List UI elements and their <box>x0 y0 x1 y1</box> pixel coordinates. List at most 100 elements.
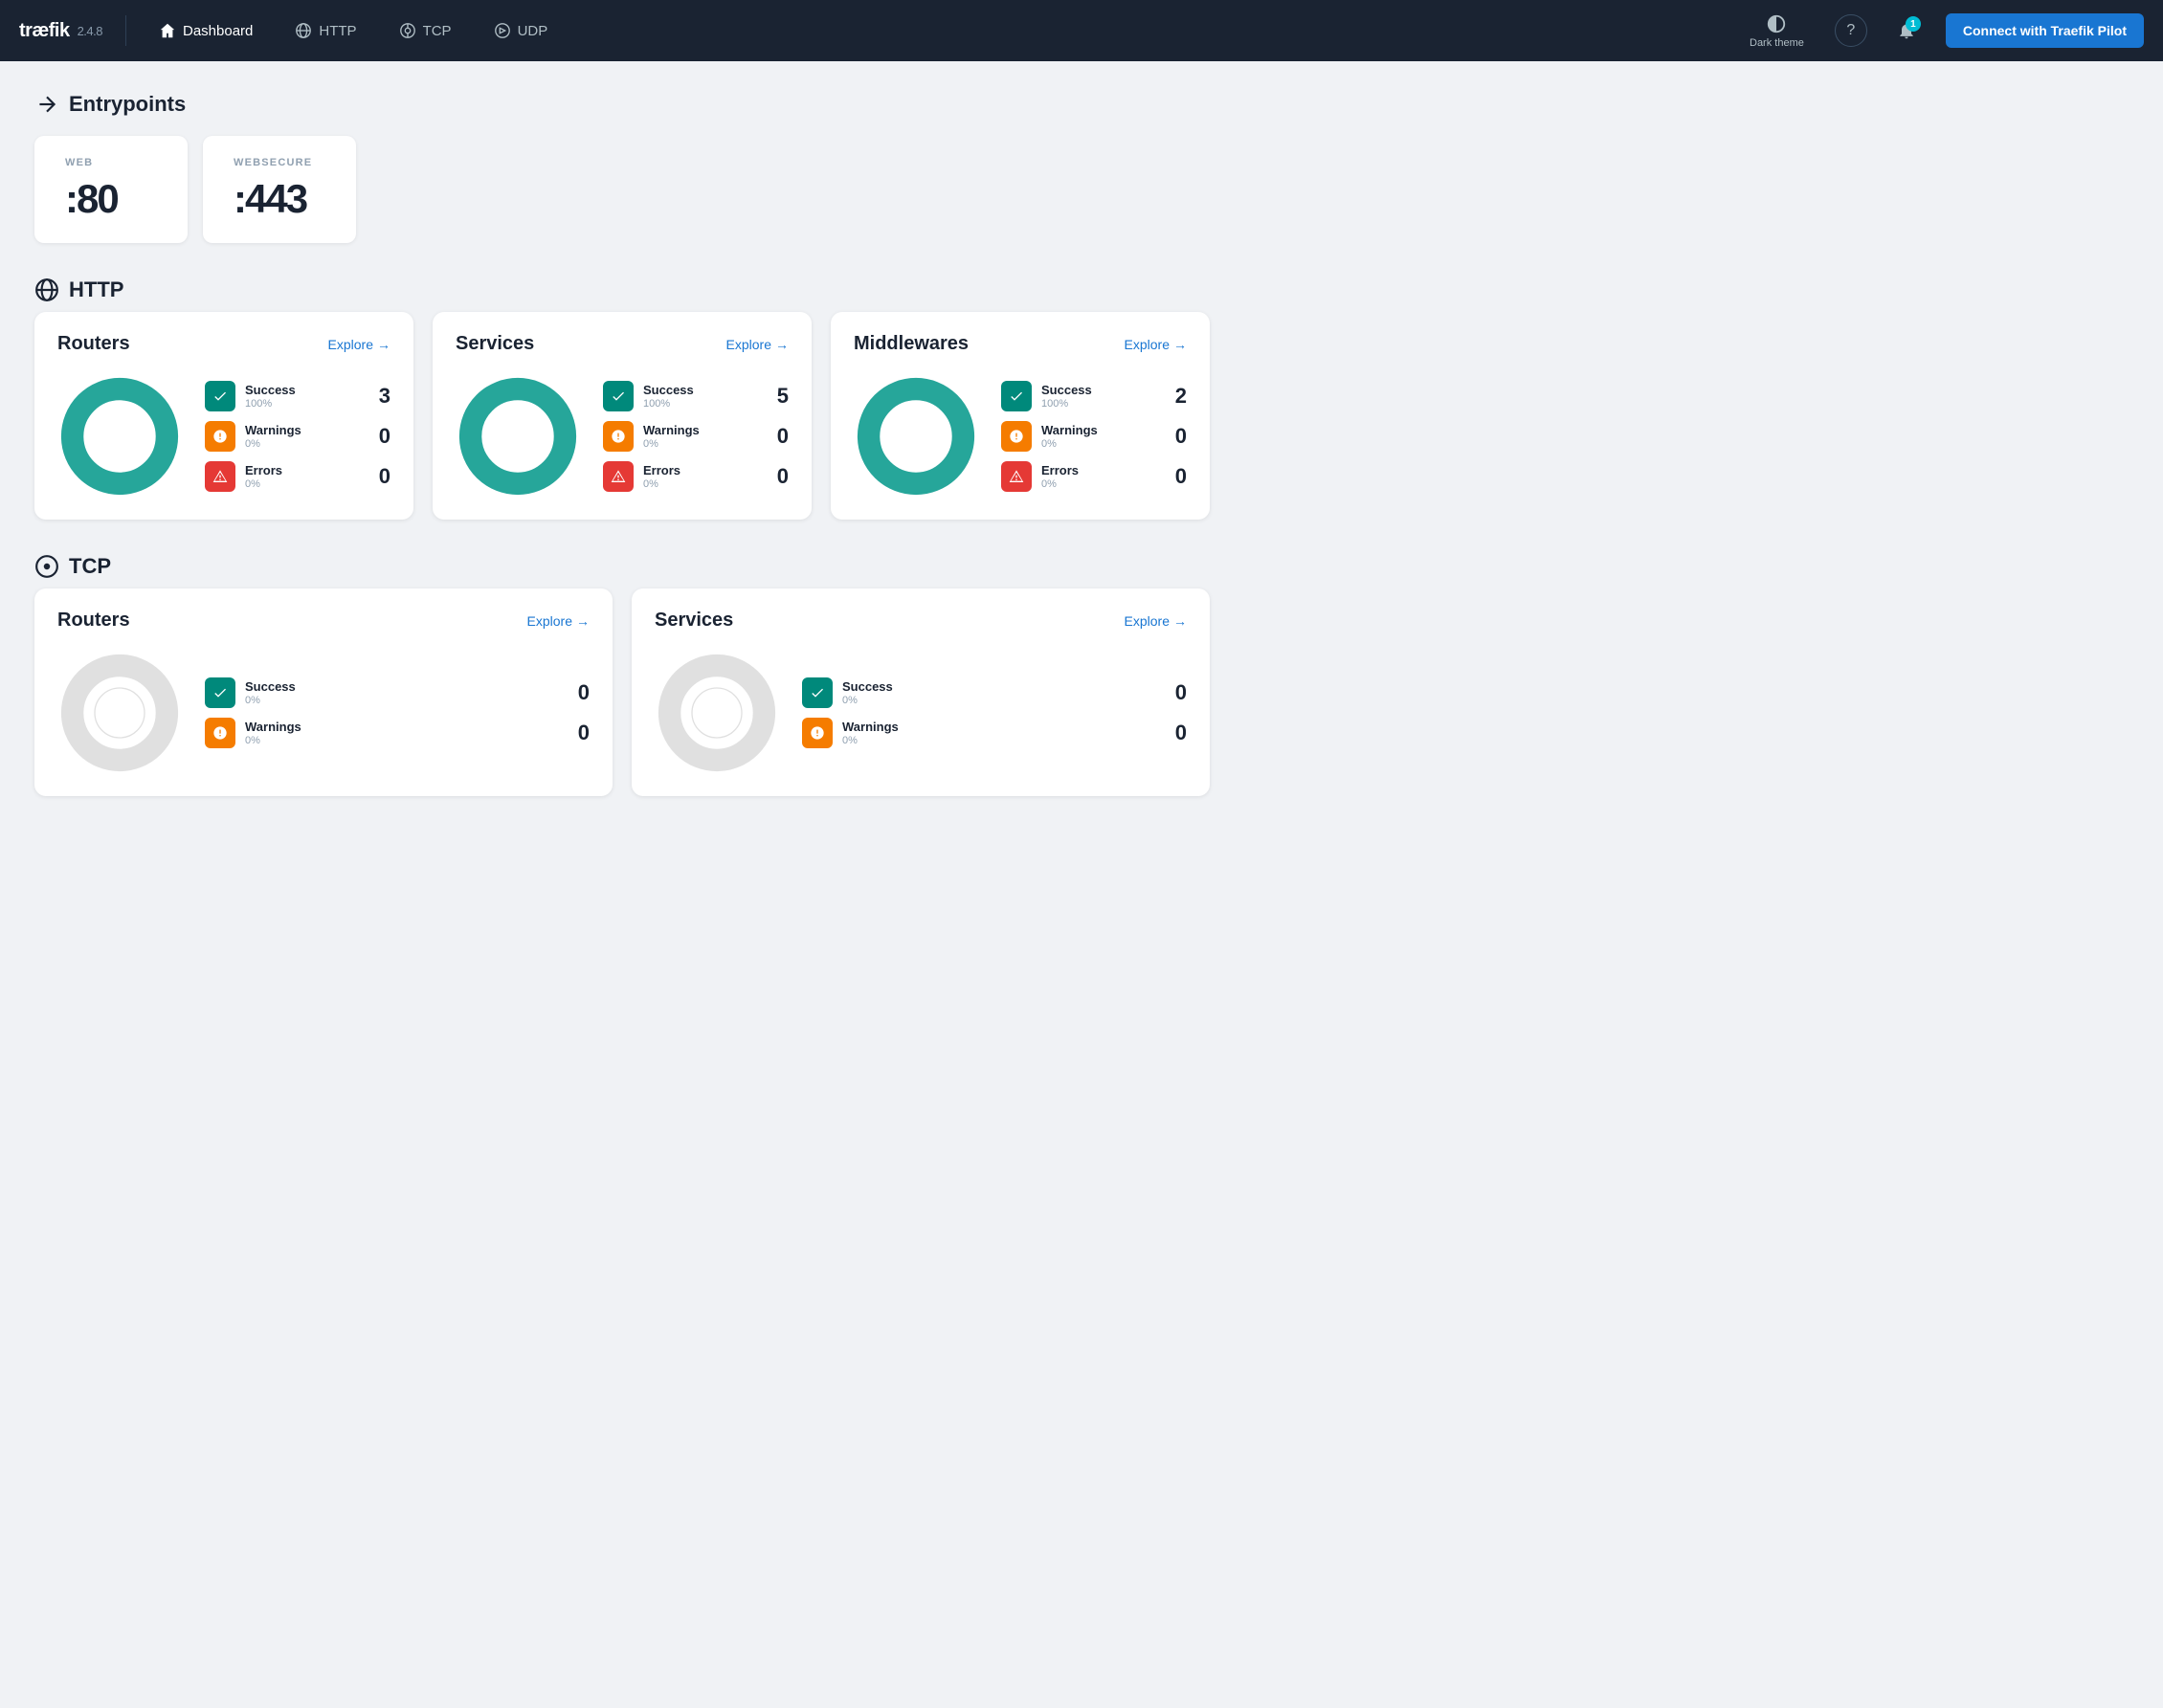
tcp-routers-body: Success 0% 0 Warnings 0% 0 <box>57 651 590 775</box>
http-middlewares-body: Success 100% 2 Warnings 0% 0 <box>854 374 1187 499</box>
http-title: HTTP <box>69 277 123 302</box>
http-middlewares-stats: Success 100% 2 Warnings 0% 0 <box>1001 381 1187 492</box>
tcp-services-warnings-row: Warnings 0% 0 <box>802 718 1187 748</box>
nav-separator <box>125 15 126 46</box>
http-services-body: Success 100% 5 Warnings 0% 0 <box>456 374 789 499</box>
entrypoint-websecure: WEBSECURE :443 <box>203 136 356 243</box>
http-middlewares-card: Middlewares Explore → <box>831 312 1210 520</box>
tcp-services-stats: Success 0% 0 Warnings 0% 0 <box>802 677 1187 748</box>
http-routers-title: Routers <box>57 333 130 355</box>
warnings-count: 0 <box>368 424 390 449</box>
tcp-routers-card: Routers Explore → <box>34 588 613 796</box>
tcp-section-header: TCP <box>34 554 1210 579</box>
entrypoints-title: Entrypoints <box>69 92 186 117</box>
globe-icon <box>295 22 312 39</box>
http-globe-icon <box>34 277 59 302</box>
entrypoint-websecure-port: :443 <box>234 176 325 222</box>
http-middlewares-card-header: Middlewares Explore → <box>854 333 1187 355</box>
home-icon <box>159 22 176 39</box>
http-cards-grid: Routers Explore → <box>34 312 1210 520</box>
error-icon-box <box>205 461 235 492</box>
http-middlewares-errors-row: Errors 0% 0 <box>1001 461 1187 492</box>
http-routers-errors-row: Errors 0% 0 <box>205 461 390 492</box>
http-services-card-header: Services Explore → <box>456 333 789 355</box>
tcp-services-body: Success 0% 0 Warnings 0% 0 <box>655 651 1187 775</box>
tcp-services-title: Services <box>655 610 733 632</box>
warnings-pct: 0% <box>245 438 358 450</box>
entrypoints-section-header: Entrypoints <box>34 92 1210 117</box>
http-services-card: Services Explore → <box>433 312 812 520</box>
tcp-routers-warnings-row: Warnings 0% 0 <box>205 718 590 748</box>
entrypoint-web-port: :80 <box>65 176 157 222</box>
tcp-routers-donut <box>57 651 182 775</box>
http-services-errors-row: Errors 0% 0 <box>603 461 789 492</box>
nav-http[interactable]: HTTP <box>285 16 366 45</box>
tcp-services-card: Services Explore → <box>632 588 1210 796</box>
tcp-title: TCP <box>69 554 111 579</box>
tcp-icon <box>34 554 59 579</box>
entrypoint-web: WEB :80 <box>34 136 188 243</box>
navbar: træfik 2.4.8 Dashboard HTTP <box>0 0 2163 61</box>
warning-icon-box <box>205 421 235 452</box>
http-middlewares-success-row: Success 100% 2 <box>1001 381 1187 411</box>
http-middlewares-explore-link[interactable]: Explore → <box>1125 337 1187 352</box>
arrow-right-icon: → <box>775 337 789 352</box>
http-services-title: Services <box>456 333 534 355</box>
http-routers-card: Routers Explore → <box>34 312 413 520</box>
errors-label: Errors <box>245 463 358 478</box>
http-services-success-row: Success 100% 5 <box>603 381 789 411</box>
http-routers-explore-link[interactable]: Explore → <box>328 337 390 352</box>
arrow-right-icon: → <box>1173 613 1187 629</box>
errors-count: 0 <box>368 464 390 489</box>
tcp-routers-stats: Success 0% 0 Warnings 0% 0 <box>205 677 590 748</box>
brand-logo: træfik <box>19 20 70 42</box>
dark-theme-toggle[interactable]: Dark theme <box>1742 10 1812 53</box>
http-routers-success-row: Success 100% 3 <box>205 381 390 411</box>
nav-udp[interactable]: UDP <box>484 16 558 45</box>
arrow-right-icon: → <box>576 613 590 629</box>
http-services-stats: Success 100% 5 Warnings 0% 0 <box>603 381 789 492</box>
http-middlewares-donut <box>854 374 978 499</box>
http-section-header: HTTP <box>34 277 1210 302</box>
success-label: Success <box>245 383 358 398</box>
brand-version: 2.4.8 <box>78 24 102 38</box>
udp-icon <box>494 22 511 39</box>
http-services-explore-link[interactable]: Explore → <box>726 337 789 352</box>
tcp-services-donut <box>655 651 779 775</box>
tcp-services-card-header: Services Explore → <box>655 610 1187 632</box>
success-count: 3 <box>368 384 390 409</box>
arrow-right-icon: → <box>1173 337 1187 352</box>
success-pct: 100% <box>245 398 358 410</box>
http-routers-card-header: Routers Explore → <box>57 333 390 355</box>
entrypoint-web-name: WEB <box>65 157 157 168</box>
tcp-routers-success-row: Success 0% 0 <box>205 677 590 708</box>
tcp-services-explore-link[interactable]: Explore → <box>1125 613 1187 629</box>
warnings-label: Warnings <box>245 423 358 438</box>
tcp-routers-explore-link[interactable]: Explore → <box>527 613 590 629</box>
entrypoints-icon <box>34 92 59 117</box>
http-routers-warnings-row: Warnings 0% 0 <box>205 421 390 452</box>
nav-tcp[interactable]: TCP <box>390 16 461 45</box>
tcp-icon <box>399 22 416 39</box>
errors-pct: 0% <box>245 478 358 490</box>
brand: træfik 2.4.8 <box>19 20 102 42</box>
notifications-button[interactable]: 1 <box>1890 14 1923 47</box>
http-services-warnings-row: Warnings 0% 0 <box>603 421 789 452</box>
http-routers-body: Success 100% 3 Warnings 0% 0 <box>57 374 390 499</box>
tcp-routers-card-header: Routers Explore → <box>57 610 590 632</box>
tcp-routers-title: Routers <box>57 610 130 632</box>
success-icon-box <box>205 381 235 411</box>
tcp-cards-grid: Routers Explore → <box>34 588 1210 796</box>
entrypoint-websecure-name: WEBSECURE <box>234 157 325 168</box>
http-routers-donut <box>57 374 182 499</box>
entrypoints-grid: WEB :80 WEBSECURE :443 <box>34 136 1210 243</box>
help-button[interactable]: ? <box>1835 14 1867 47</box>
http-middlewares-title: Middlewares <box>854 333 969 355</box>
nav-dashboard[interactable]: Dashboard <box>149 16 262 45</box>
connect-pilot-button[interactable]: Connect with Traefik Pilot <box>1946 13 2144 48</box>
tcp-services-success-row: Success 0% 0 <box>802 677 1187 708</box>
http-middlewares-warnings-row: Warnings 0% 0 <box>1001 421 1187 452</box>
http-routers-stats: Success 100% 3 Warnings 0% 0 <box>205 381 390 492</box>
http-services-donut <box>456 374 580 499</box>
main-content: Entrypoints WEB :80 WEBSECURE :443 HTTP … <box>0 61 1244 861</box>
